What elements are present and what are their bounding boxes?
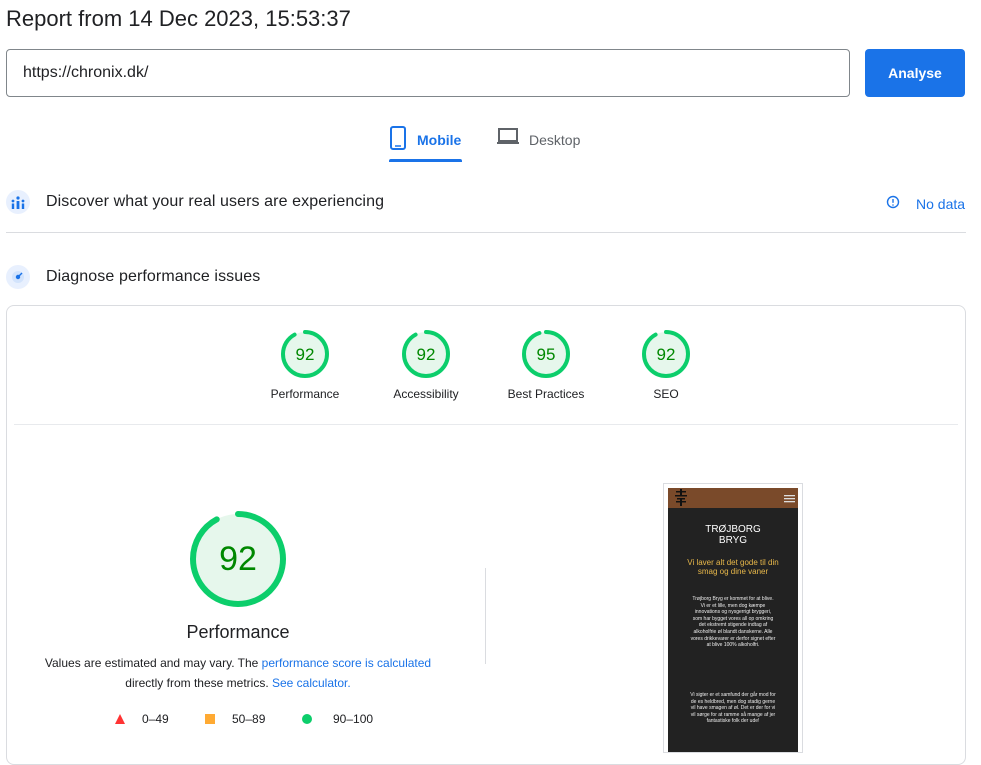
- performance-label: Performance: [186, 622, 290, 642]
- real-users-section-title: Discover what your real users are experi…: [46, 193, 385, 210]
- tab-desktop[interactable]: Desktop: [497, 126, 580, 164]
- gauge-label: Performance: [270, 387, 340, 401]
- screenshot-paragraph: Trøjborg Bryg er kommet for at blive. Vi…: [690, 596, 776, 649]
- performance-gauge-large: 92: [190, 511, 286, 607]
- gauge-ring: 92: [402, 330, 450, 378]
- screenshot-header: [668, 488, 798, 508]
- url-input[interactable]: [6, 49, 850, 97]
- gauge-value: 95: [537, 345, 556, 364]
- gauge-label: Best Practices: [507, 387, 585, 401]
- report-title: Report from 14 Dec 2023, 15:53:37: [6, 6, 351, 31]
- gauge-value: 92: [657, 345, 676, 364]
- performance-explanation: Values are estimated and may vary. The p…: [30, 653, 446, 693]
- score-gauge-performance[interactable]: 92 Performance: [245, 330, 365, 401]
- legend-range: 90–100: [333, 712, 374, 726]
- triangle-icon: [115, 714, 125, 724]
- gauge-ring: 92: [281, 330, 329, 378]
- gauge-label: Accessibility: [393, 387, 459, 401]
- hamburger-icon: [784, 495, 795, 503]
- screenshot-heading-line: TRØJBORG: [705, 524, 761, 535]
- score-gauge-seo[interactable]: 92 SEO: [606, 330, 726, 401]
- gauge-value: 92: [296, 345, 315, 364]
- explain-text: directly from these metrics.: [125, 676, 272, 690]
- vertical-divider: [485, 568, 486, 664]
- mobile-icon: [389, 126, 407, 153]
- desktop-icon: [497, 126, 519, 149]
- screenshot-screen: TRØJBORG BRYG Vi laver alt det gode til …: [668, 488, 798, 752]
- screenshot-header-art: [675, 489, 795, 506]
- gauge-ring: 92: [642, 330, 690, 378]
- screenshot-heading: TRØJBORG BRYG: [668, 524, 798, 546]
- diagnose-icon: [6, 265, 30, 289]
- tab-mobile-label: Mobile: [417, 132, 462, 148]
- see-calculator-link[interactable]: See calculator.: [272, 676, 351, 690]
- score-gauge-best-practices[interactable]: 95 Best Practices: [486, 330, 606, 401]
- users-icon: [6, 190, 30, 214]
- square-icon: [205, 714, 215, 724]
- active-tab-indicator: [389, 159, 462, 162]
- score-gauge-accessibility[interactable]: 92 Accessibility: [366, 330, 486, 401]
- gauge-ring: 95: [522, 330, 570, 378]
- card-divider: [14, 424, 958, 425]
- circle-icon: [302, 714, 312, 724]
- screenshot-paragraph: Vi sigter er et samfund der går mod for …: [690, 692, 776, 725]
- gauge-value: 92: [417, 345, 436, 364]
- legend-range: 50–89: [232, 712, 266, 726]
- analyse-button[interactable]: Analyse: [865, 49, 965, 97]
- explain-text: Values are estimated and may vary. The: [44, 656, 262, 670]
- tab-desktop-label: Desktop: [529, 132, 581, 148]
- screenshot-heading-line: BRYG: [718, 535, 748, 546]
- no-data-link[interactable]: No data: [886, 195, 965, 212]
- legend-fail: 0–49: [114, 712, 169, 726]
- gauge-label: SEO: [653, 387, 679, 401]
- screenshot-tagline: Vi laver alt det gode til din smag og di…: [687, 558, 779, 576]
- section-divider: [6, 232, 966, 233]
- legend-pass: 90–100: [301, 712, 373, 726]
- legend-range: 0–49: [142, 712, 169, 726]
- performance-score-link[interactable]: performance score is calculated: [262, 656, 431, 670]
- performance-score-value: 92: [219, 540, 257, 578]
- legend-average: 50–89: [204, 712, 265, 726]
- no-data-label: No data: [916, 195, 966, 212]
- page-screenshot[interactable]: TRØJBORG BRYG Vi laver alt det gode til …: [663, 483, 803, 753]
- info-icon: [886, 195, 900, 212]
- diagnose-section-title: Diagnose performance issues: [46, 268, 261, 285]
